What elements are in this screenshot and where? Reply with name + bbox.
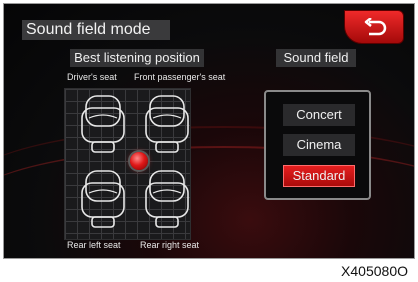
listening-position-marker[interactable] — [130, 152, 148, 170]
seat-front-passenger[interactable] — [144, 94, 190, 156]
screen: Sound field mode Best listening position… — [3, 3, 415, 259]
page-title: Sound field mode — [26, 21, 151, 38]
seat-label-front-passenger: Front passenger's seat — [134, 72, 226, 82]
seat-label-driver: Driver's seat — [67, 72, 117, 82]
seat-rear-right[interactable] — [144, 169, 190, 231]
sound-field-heading: Sound field — [276, 49, 356, 67]
sound-field-option-concert[interactable]: Concert — [283, 104, 355, 126]
seat-driver[interactable] — [80, 94, 126, 156]
seat-label-rear-right: Rear right seat — [140, 240, 200, 250]
figure-code: X405080O — [341, 263, 408, 279]
back-button[interactable] — [344, 10, 404, 44]
seat-rear-left[interactable] — [80, 169, 126, 231]
sound-field-option-cinema[interactable]: Cinema — [283, 134, 355, 156]
sound-field-panel: Concert Cinema Standard — [264, 90, 371, 200]
seat-label-rear-left: Rear left seat — [67, 240, 121, 250]
sound-field-option-standard[interactable]: Standard — [283, 165, 355, 187]
return-arrow-icon — [364, 18, 387, 36]
best-listening-heading: Best listening position — [70, 49, 204, 67]
